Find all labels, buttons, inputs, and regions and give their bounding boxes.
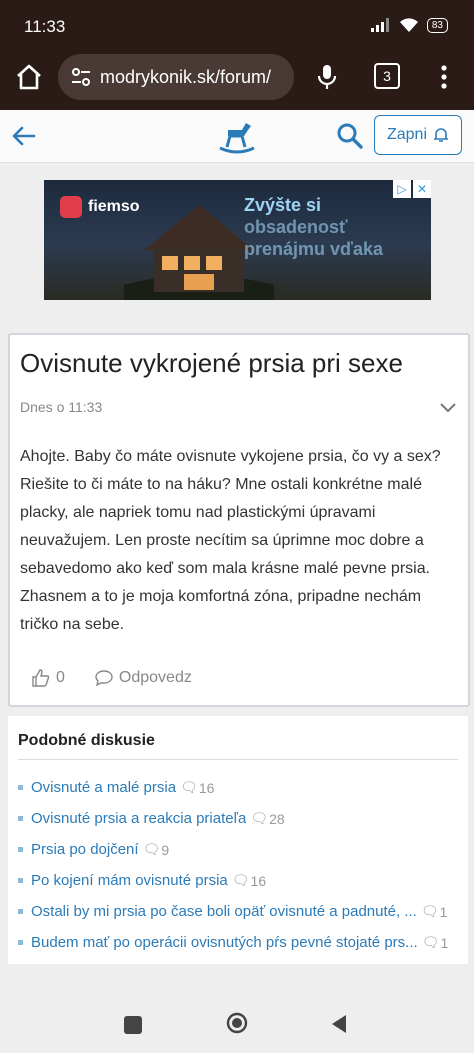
status-icons: 83 (370, 17, 448, 33)
post-body: Ahojte. Baby čo máte ovisnute vykojene p… (20, 448, 441, 633)
comment-count-value: 1 (440, 934, 449, 951)
site-settings-icon[interactable] (70, 66, 92, 88)
tab-switcher-button[interactable]: 3 (374, 63, 400, 89)
comment-count-value: 16 (198, 779, 215, 796)
recents-button[interactable] (124, 1016, 142, 1034)
bullet (18, 816, 23, 821)
comment-count: 🗨 9 (143, 841, 170, 858)
bullet (18, 785, 23, 790)
comment-icon: 🗨 (250, 810, 269, 826)
list-item[interactable]: Budem mať po operácii ovisnutých pŕs pev… (18, 927, 466, 958)
discussion-link[interactable]: Budem mať po operácii ovisnutých pŕs pev… (31, 934, 418, 951)
discussion-link[interactable]: Ovisnuté prsia a reakcia priateľa (31, 810, 246, 827)
comment-count-value: 16 (250, 872, 267, 889)
microphone-icon[interactable] (314, 62, 340, 92)
post-card: Ovisnute vykrojené prsia pri sexe Dnes o… (8, 333, 470, 707)
ad-brand-name: fiemso (88, 198, 140, 215)
post-title: Ovisnute vykrojené prsia pri sexe (20, 348, 403, 378)
adchoices-icon[interactable]: ▷ (393, 180, 411, 198)
comment-icon: 🗨 (142, 841, 161, 857)
list-item[interactable]: Prsia po dojčení 🗨 9 (18, 834, 466, 865)
system-navigation-bar (0, 990, 474, 1053)
like-count: 0 (56, 669, 65, 686)
ad-badge: ▷ ✕ (393, 180, 431, 198)
bullet (18, 847, 23, 852)
wifi-icon (399, 18, 418, 32)
ad-headline-line1: Zvýšte si (244, 195, 322, 215)
reply-label: Odpovedz (118, 669, 192, 686)
comment-count: 🗨 1 (421, 903, 448, 920)
comment-count-value: 28 (269, 810, 285, 827)
comment-icon: 🗨 (421, 934, 440, 950)
battery-indicator: 83 (426, 17, 448, 33)
comment-count: 🗨 16 (232, 872, 266, 889)
home-icon[interactable] (14, 62, 44, 92)
comment-count-value: 1 (439, 903, 448, 920)
bullet (18, 878, 23, 883)
reply-button[interactable]: Odpovedz (95, 669, 192, 687)
similar-discussions: Podobné diskusie Ovisnuté a malé prsia 🗨… (8, 716, 468, 964)
ad-brand: fiemso (60, 196, 140, 218)
list-item[interactable]: Ovisnuté prsia a reakcia priateľa 🗨 28 (18, 803, 466, 834)
bullet (18, 940, 23, 945)
address-bar[interactable]: modrykonik.sk/forum/ (58, 54, 294, 100)
list-item[interactable]: Ostali by mi prsia po čase boli opäť ovi… (18, 896, 466, 927)
discussion-link[interactable]: Ostali by mi prsia po čase boli opäť ovi… (31, 903, 417, 920)
similar-discussions-title: Podobné diskusie (18, 732, 155, 749)
post-timestamp: Dnes o 11:33 (20, 399, 103, 415)
back-arrow-icon[interactable] (10, 122, 38, 150)
like-button[interactable]: 0 (32, 669, 65, 687)
ad-headline-line2: obsadenosť (244, 217, 348, 237)
comment-count-value: 9 (161, 841, 170, 858)
ad-headline-line3: prenájmu vďaka (244, 239, 383, 259)
login-button[interactable]: Zapni (374, 115, 462, 155)
login-button-label: Zapni (386, 126, 428, 143)
comment-icon: 🗨 (180, 779, 198, 795)
list-item[interactable]: Po kojení mám ovisnuté prsia 🗨 16 (18, 865, 466, 896)
status-time: 11:33 (24, 17, 66, 36)
bell-icon (434, 128, 449, 142)
back-triangle-icon[interactable] (330, 1014, 348, 1034)
comment-count: 🗨 28 (250, 810, 284, 827)
ad-close-icon[interactable]: ✕ (413, 180, 431, 198)
search-icon[interactable] (336, 122, 364, 150)
speech-bubble-icon (95, 670, 113, 686)
discussion-link[interactable]: Ovisnuté a malé prsia (31, 779, 176, 796)
bullet (18, 909, 23, 914)
signal-icon (370, 18, 389, 32)
overflow-menu-icon[interactable] (438, 62, 450, 92)
browser-toolbar: modrykonik.sk/forum/ 3 (0, 50, 474, 110)
ad-headline: Zvýšte si obsadenosť prenájmu vďaka (244, 194, 414, 260)
advertisement-banner[interactable]: fiemso Zvýšte si obsadenosť prenájmu vďa… (44, 180, 431, 300)
thumbs-up-icon (32, 669, 50, 687)
comment-count: 🗨 16 (180, 779, 214, 796)
url-text: modrykonik.sk/forum/ (100, 66, 272, 87)
ad-brand-icon (60, 196, 82, 218)
rocking-horse-logo[interactable] (218, 118, 256, 154)
discussion-link[interactable]: Prsia po dojčení (31, 841, 139, 858)
site-header: Zapni (0, 110, 474, 163)
list-item[interactable]: Ovisnuté a malé prsia 🗨 16 (18, 772, 466, 803)
divider (18, 759, 458, 760)
chevron-down-icon[interactable] (438, 397, 458, 417)
status-bar: 11:33 83 (0, 0, 474, 50)
discussion-link[interactable]: Po kojení mám ovisnuté prsia (31, 872, 228, 889)
comment-icon: 🗨 (420, 903, 439, 919)
home-circle-icon[interactable] (226, 1012, 248, 1034)
similar-list: Ovisnuté a malé prsia 🗨 16 Ovisnuté prsia… (18, 772, 466, 958)
post-actions: 0 Odpovedz (32, 669, 192, 687)
comment-icon: 🗨 (231, 872, 250, 888)
comment-count: 🗨 1 (422, 934, 449, 951)
